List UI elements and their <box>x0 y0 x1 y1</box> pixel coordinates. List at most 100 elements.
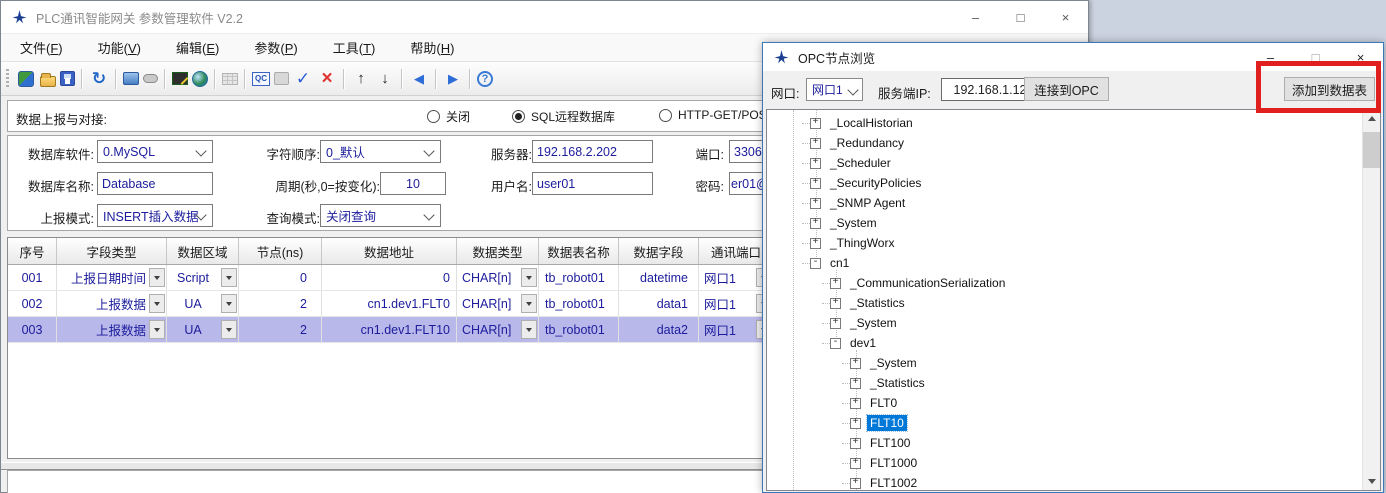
tree-node[interactable]: + _LocalHistorian <box>810 113 1380 133</box>
tree-expand-icon[interactable]: + <box>830 318 841 329</box>
tree-node-label[interactable]: _Redundancy <box>827 135 907 151</box>
net-port-combo[interactable]: 网口1 <box>806 78 863 101</box>
query-mode-combo[interactable]: 关闭查询 <box>320 204 441 227</box>
tree-node-label[interactable]: FLT1002 <box>867 475 920 491</box>
table-cell[interactable]: tb_robot01 <box>539 265 619 290</box>
topology-icon[interactable] <box>123 72 139 85</box>
report-mode-combo[interactable]: INSERT插入数据 <box>97 204 213 227</box>
tree-node[interactable]: + _System <box>830 313 1380 333</box>
table-cell[interactable]: tb_robot01 <box>539 291 619 316</box>
table-cell[interactable]: cn1.dev1.FLT10 <box>322 317 457 342</box>
table-cell[interactable]: UA <box>167 317 239 342</box>
tree-node-label[interactable]: _Statistics <box>867 375 928 391</box>
tree-node-label[interactable]: _System <box>867 355 920 371</box>
maximize-icon[interactable]: □ <box>998 1 1043 33</box>
tree-node[interactable]: + _Scheduler <box>810 153 1380 173</box>
table-cell[interactable]: cn1.dev1.FLT0 <box>322 291 457 316</box>
tree-node-label[interactable]: FLT100 <box>867 435 913 451</box>
open-file-icon[interactable] <box>40 76 56 87</box>
tree-node-label[interactable]: _System <box>847 315 900 331</box>
send-to-device-icon[interactable] <box>18 71 34 87</box>
table-cell[interactable]: data1 <box>619 291 699 316</box>
tree-node[interactable]: + _ThingWorx <box>810 233 1380 253</box>
tree-node[interactable]: + _Statistics <box>830 293 1380 313</box>
radio-option[interactable]: HTTP-GET/POST <box>659 108 774 122</box>
tree-node[interactable]: - cn1 <box>810 253 1380 273</box>
device-edit-icon[interactable] <box>172 72 188 85</box>
tree-node-label[interactable]: _LocalHistorian <box>827 115 916 131</box>
server-input[interactable] <box>532 140 653 163</box>
table-cell[interactable]: CHAR[n] <box>457 291 539 316</box>
radio-option[interactable]: SQL远程数据库 <box>512 108 615 125</box>
tree-node[interactable]: + FLT10 <box>850 413 1380 433</box>
tree-node-label[interactable]: _Scheduler <box>827 155 894 171</box>
table-cell[interactable]: 0 <box>322 265 457 290</box>
tree-node[interactable]: - dev1 <box>830 333 1380 353</box>
tree-expand-icon[interactable]: - <box>830 338 841 349</box>
menu-item[interactable]: 编辑(E) <box>163 33 232 62</box>
tree-scrollbar[interactable] <box>1362 110 1380 490</box>
close-icon[interactable]: × <box>1338 43 1383 71</box>
tree-node[interactable]: + _Statistics <box>850 373 1380 393</box>
cell-dropdown-button[interactable] <box>149 294 165 313</box>
tree-expand-icon[interactable]: - <box>810 258 821 269</box>
qc-monitor-icon[interactable]: QC <box>252 72 270 86</box>
move-down-icon[interactable]: ↓ <box>375 69 395 89</box>
cell-dropdown-button[interactable] <box>149 320 165 339</box>
network-globe-icon[interactable] <box>192 71 208 87</box>
tree-node[interactable]: + _SNMP Agent <box>810 193 1380 213</box>
table-cell[interactable]: 003 <box>8 317 57 342</box>
minimize-icon[interactable]: – <box>953 1 998 33</box>
table-cell[interactable]: UA <box>167 291 239 316</box>
tree-expand-icon[interactable]: + <box>850 358 861 369</box>
cell-dropdown-button[interactable] <box>149 268 165 287</box>
tree-node-label[interactable]: FLT0 <box>867 395 900 411</box>
tree-expand-icon[interactable]: + <box>850 438 861 449</box>
tree-node-label[interactable]: cn1 <box>827 255 852 271</box>
menu-item[interactable]: 帮助(H) <box>397 33 467 62</box>
tree-expand-icon[interactable]: + <box>830 298 841 309</box>
move-up-icon[interactable]: ↑ <box>351 69 371 89</box>
cell-dropdown-button[interactable] <box>221 320 237 339</box>
tree-node[interactable]: + FLT100 <box>850 433 1380 453</box>
tree-node-label[interactable]: FLT1000 <box>867 455 920 471</box>
table-cell[interactable]: 上报数据 <box>57 291 167 316</box>
char-order-combo[interactable]: 0_默认 <box>320 140 441 163</box>
cell-dropdown-button[interactable] <box>521 320 537 339</box>
tree-node[interactable]: + FLT1002 <box>850 473 1380 491</box>
minimize-icon[interactable]: – <box>1248 43 1293 71</box>
tree-expand-icon[interactable]: + <box>850 478 861 489</box>
scrollbar-thumb[interactable] <box>1363 132 1380 168</box>
cell-dropdown-button[interactable] <box>221 294 237 313</box>
period-input[interactable] <box>380 172 446 195</box>
tree-node[interactable]: + _SecurityPolicies <box>810 173 1380 193</box>
toolbar-grip-handle[interactable] <box>6 69 9 89</box>
tree-expand-icon[interactable]: + <box>810 238 821 249</box>
tree-node[interactable]: + FLT0 <box>850 393 1380 413</box>
tree-expand-icon[interactable]: + <box>810 178 821 189</box>
tree-node-label[interactable]: _Statistics <box>847 295 908 311</box>
paste-icon[interactable] <box>274 72 289 85</box>
table-cell[interactable]: CHAR[n] <box>457 317 539 342</box>
connect-opc-button[interactable]: 连接到OPC <box>1024 77 1109 101</box>
table-cell[interactable]: 001 <box>8 265 57 290</box>
tree-node[interactable]: + _System <box>810 213 1380 233</box>
table-cell[interactable]: datetime <box>619 265 699 290</box>
tree-node-label[interactable]: _SNMP Agent <box>827 195 908 211</box>
tree-node-label[interactable]: _SecurityPolicies <box>827 175 924 191</box>
table-cell[interactable]: CHAR[n] <box>457 265 539 290</box>
add-to-table-button[interactable]: 添加到数据表 <box>1284 77 1375 101</box>
serial-port-icon[interactable] <box>143 74 158 83</box>
scrollbar-up-icon[interactable] <box>1363 110 1380 127</box>
tree-node[interactable]: + FLT1000 <box>850 453 1380 473</box>
table-cell[interactable]: tb_robot01 <box>539 317 619 342</box>
tree-node[interactable]: + _CommunicationSerialization <box>830 273 1380 293</box>
next-icon[interactable]: ▶ <box>443 69 463 89</box>
save-icon[interactable] <box>60 71 75 86</box>
db-software-combo[interactable]: 0.MySQL <box>97 140 213 163</box>
menu-item[interactable]: 工具(T) <box>320 33 389 62</box>
db-name-input[interactable] <box>97 172 213 195</box>
table-cell[interactable]: 2 <box>239 317 322 342</box>
radio-option[interactable]: 关闭 <box>427 108 470 125</box>
tree-expand-icon[interactable]: + <box>810 218 821 229</box>
